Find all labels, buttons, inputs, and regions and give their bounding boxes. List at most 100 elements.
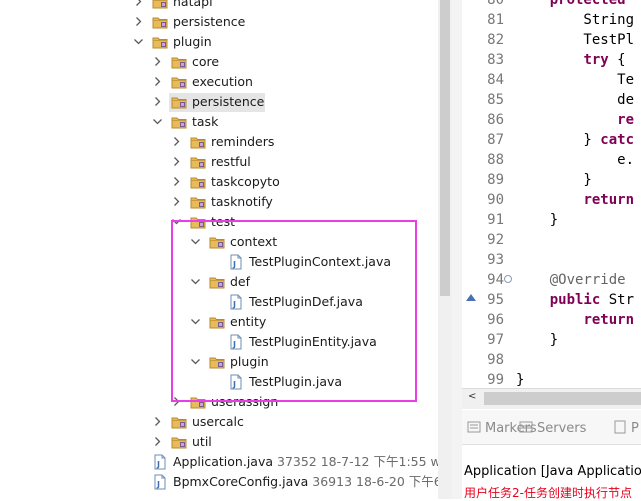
code-line[interactable]: @Override <box>516 270 626 290</box>
chevron-down-icon[interactable] <box>134 37 143 46</box>
chevron-down-icon[interactable] <box>191 277 200 286</box>
chevron-right-icon[interactable] <box>172 197 181 206</box>
tree-package-item[interactable]: tasknotify <box>0 192 438 212</box>
tree-package-item[interactable]: restful <box>0 152 438 172</box>
tree-file-item[interactable]: J TestPlugin.java <box>0 372 438 392</box>
line-number: 93 <box>487 252 504 268</box>
line-number: 91 <box>487 212 504 228</box>
tree-package-item[interactable]: core <box>0 52 438 72</box>
tree-file-item[interactable]: J TestPluginDef.java <box>0 292 438 312</box>
code-line[interactable]: e. <box>516 150 634 170</box>
chevron-right-icon[interactable] <box>172 137 181 146</box>
fold-toggle-icon[interactable] <box>504 275 512 283</box>
chevron-right-icon[interactable] <box>153 77 162 86</box>
code-line[interactable]: } <box>516 170 591 190</box>
code-line[interactable]: de <box>516 90 634 110</box>
code-line[interactable]: } <box>516 330 558 350</box>
chevron-right-icon[interactable] <box>172 397 181 406</box>
console-title: Application [Java Application] C <box>464 464 641 479</box>
tree-file-item[interactable]: J BpmxCoreConfig.java 36913 18-6-20 下午6:1 <box>0 472 438 492</box>
code-line[interactable]: } catc <box>516 130 634 150</box>
tree-package-item[interactable]: taskcopyto <box>0 172 438 192</box>
tree-package-item[interactable]: persistence <box>0 92 438 112</box>
tree-package-item[interactable]: userassign <box>0 392 438 412</box>
chevron-right-icon[interactable] <box>153 57 162 66</box>
svg-text:J: J <box>156 460 160 469</box>
line-number: 89 <box>487 172 504 188</box>
code-line[interactable]: re <box>516 110 634 130</box>
tree-package-item[interactable]: def <box>0 272 438 292</box>
tab-servers[interactable]: Servers <box>518 419 586 439</box>
package-explorer-tree: natapi persistence plugin core execution pers… <box>0 0 438 499</box>
package-folder-icon <box>152 0 168 10</box>
code-line[interactable]: Te <box>516 70 634 90</box>
code-line[interactable]: try { <box>516 50 625 70</box>
tree-package-item[interactable]: entity <box>0 312 438 332</box>
tree-item-label: BpmxCoreConfig.java 36913 18-6-20 下午6:1 <box>173 472 438 492</box>
tree-file-item[interactable]: J TestPluginContext.java <box>0 252 438 272</box>
code-line[interactable]: TestPl <box>516 30 634 50</box>
package-folder-icon <box>190 174 206 190</box>
tree-item-label: entity <box>230 314 267 329</box>
code-line[interactable]: String <box>516 10 634 30</box>
tree-package-item[interactable]: util <box>0 432 438 452</box>
tree-package-item[interactable]: task <box>0 112 438 132</box>
tree-package-item[interactable]: plugin <box>0 352 438 372</box>
chevron-right-icon[interactable] <box>172 157 181 166</box>
servers-icon <box>518 419 534 439</box>
tree-package-item[interactable]: reminders <box>0 132 438 152</box>
code-line[interactable]: public Str <box>516 290 634 310</box>
chevron-down-icon[interactable] <box>191 317 200 326</box>
tree-file-item[interactable]: J TestPluginEntity.java <box>0 332 438 352</box>
chevron-right-icon[interactable] <box>134 17 143 26</box>
code-token: public <box>549 292 601 308</box>
package-folder-icon <box>209 274 225 290</box>
tree-scrollbar-thumb[interactable] <box>440 0 450 296</box>
tree-item-label: def <box>230 274 251 289</box>
editor-scrollbar-thumb[interactable] <box>484 392 641 405</box>
tree-item-label: persistence <box>192 94 265 109</box>
tree-item-label: tasknotify <box>211 194 273 209</box>
chevron-down-icon[interactable] <box>153 117 162 126</box>
code-line[interactable]: } <box>516 370 524 390</box>
code-token: return <box>583 192 635 208</box>
file-meta: 36913 18-6-20 下午6:1 <box>312 474 438 489</box>
code-token: String <box>516 12 635 28</box>
code-line[interactable]: } <box>516 210 558 230</box>
tree-package-item[interactable]: context <box>0 232 438 252</box>
tree-package-item[interactable]: plugin <box>0 32 438 52</box>
tree-package-item[interactable]: persistence <box>0 12 438 32</box>
tree-package-item[interactable]: usercalc <box>0 412 438 432</box>
tree-item-label: test <box>211 214 236 229</box>
code-line[interactable]: return <box>516 310 634 330</box>
chevron-down-icon[interactable] <box>191 237 200 246</box>
code-editor[interactable]: 80 protected 81 String 82 TestPl 83 try {84… <box>462 0 641 408</box>
code-line[interactable]: protected <box>516 0 626 10</box>
scroll-left-icon[interactable]: < <box>468 391 476 402</box>
chevron-right-icon[interactable] <box>153 437 162 446</box>
tree-package-item[interactable]: execution <box>0 72 438 92</box>
tab-p[interactable]: P <box>612 419 639 439</box>
chevron-right-icon[interactable] <box>134 0 143 6</box>
chevron-right-icon[interactable] <box>153 97 162 106</box>
tree-file-item[interactable]: J Application.java 37352 18-7-12 下午1:55 w… <box>0 452 438 472</box>
markers-icon <box>466 419 482 439</box>
tab-label: P <box>631 421 639 436</box>
chevron-down-icon[interactable] <box>172 217 181 226</box>
code-token: } <box>516 372 525 388</box>
tab-label: Servers <box>537 421 587 436</box>
view-divider <box>452 0 462 499</box>
code-token: Te <box>516 72 635 88</box>
code-token: TestPl <box>516 32 635 48</box>
chevron-down-icon[interactable] <box>191 357 200 366</box>
properties-icon <box>612 419 628 439</box>
tree-package-item[interactable]: test <box>0 212 438 232</box>
tree-package-item[interactable]: natapi <box>0 0 438 12</box>
override-marker-icon[interactable] <box>466 294 476 301</box>
chevron-right-icon[interactable] <box>153 417 162 426</box>
chevron-right-icon[interactable] <box>172 177 181 186</box>
code-line[interactable]: return <box>516 190 634 210</box>
tree-item-label: plugin <box>173 34 212 49</box>
